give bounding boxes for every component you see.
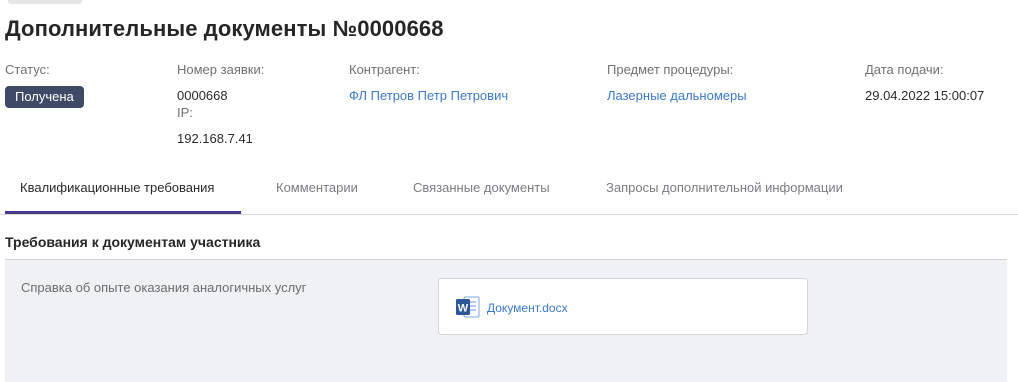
document-card[interactable]: W Документ.docx — [438, 278, 808, 335]
requirement-label: Справка об опыте оказания аналогичных ус… — [21, 280, 307, 295]
requirement-row: Справка об опыте оказания аналогичных ус… — [5, 260, 1007, 382]
top-tab-stub — [8, 0, 82, 4]
counterparty-link[interactable]: ФЛ Петров Петр Петрович — [349, 88, 508, 103]
ip-label: IP: — [177, 105, 193, 120]
page-title: Дополнительные документы №0000668 — [5, 16, 444, 41]
svg-text:W: W — [458, 303, 469, 315]
application-number-value: 0000668 — [177, 88, 228, 103]
section-title: Требования к документам участника — [5, 234, 261, 250]
submission-date-label: Дата подачи: — [865, 62, 944, 77]
tab-comments[interactable]: Комментарии — [276, 180, 358, 195]
active-tab-indicator — [5, 211, 241, 214]
document-link[interactable]: Документ.docx — [487, 301, 568, 315]
procedure-subject-link[interactable]: Лазерные дальномеры — [607, 88, 747, 103]
tab-bar: Квалификационные требования Комментарии … — [0, 168, 1018, 215]
procedure-subject-label: Предмет процедуры: — [607, 62, 734, 77]
counterparty-label: Контрагент: — [349, 62, 420, 77]
ip-value: 192.168.7.41 — [177, 131, 253, 146]
tab-related-documents[interactable]: Связанные документы — [413, 180, 550, 195]
word-document-icon: W — [455, 295, 481, 319]
tab-qualification-requirements[interactable]: Квалификационные требования — [20, 180, 214, 195]
status-badge: Получена — [5, 86, 84, 108]
tab-additional-info-requests[interactable]: Запросы дополнительной информации — [606, 180, 843, 195]
application-number-label: Номер заявки: — [177, 62, 265, 77]
submission-date-value: 29.04.2022 15:00:07 — [865, 88, 985, 103]
status-label: Статус: — [5, 62, 50, 77]
